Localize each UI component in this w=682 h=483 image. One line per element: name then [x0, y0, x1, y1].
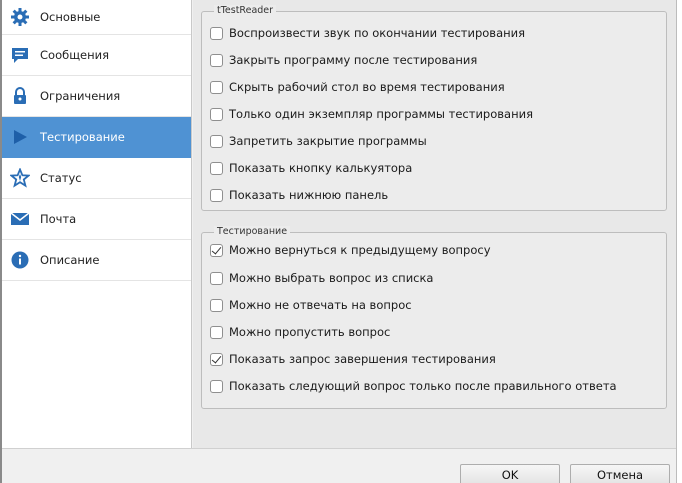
- gear-icon: [10, 7, 30, 27]
- checkbox-may-not-answer[interactable]: Можно не отвечать на вопрос: [210, 296, 412, 314]
- star-icon: [10, 168, 30, 188]
- checkbox-show-calculator[interactable]: Показать кнопку калькуятора: [210, 159, 412, 177]
- checkbox[interactable]: [210, 107, 223, 121]
- checkbox[interactable]: [210, 298, 223, 312]
- testing-options-group: Тестирование Можно вернуться к предыдуще…: [201, 226, 667, 409]
- sidebar-item-messages[interactable]: Сообщения: [2, 35, 191, 76]
- sidebar-item-label: Сообщения: [40, 48, 110, 62]
- checkbox[interactable]: [210, 352, 223, 366]
- checkbox-label: Скрыть рабочий стол во время тестировани…: [229, 80, 505, 94]
- group-legend: Тестирование: [214, 226, 291, 238]
- checkbox-show-bottom-panel[interactable]: Показать нижнюю панель: [210, 186, 388, 204]
- mail-icon: [10, 209, 30, 229]
- info-icon: [10, 250, 30, 270]
- group-legend: tTestReader: [214, 5, 277, 17]
- checkbox-go-back[interactable]: Можно вернуться к предыдущему вопросу: [210, 241, 491, 259]
- checkbox-label: Воспроизвести звук по окончании тестиров…: [229, 26, 526, 40]
- treader-options-group: tTestReader Воспроизвести звук по оконча…: [201, 5, 667, 211]
- settings-content: tTestReader Воспроизвести звук по оконча…: [193, 0, 676, 448]
- sidebar-item-basic[interactable]: Основные: [2, 0, 191, 35]
- checkbox-label: Показать следующий вопрос только после п…: [229, 379, 617, 393]
- checkbox-prevent-close[interactable]: Запретить закрытие программы: [210, 132, 427, 150]
- sidebar-item-mail[interactable]: Почта: [2, 199, 191, 240]
- checkbox-label: Можно вернуться к предыдущему вопросу: [229, 243, 491, 257]
- checkbox-confirm-finish[interactable]: Показать запрос завершения тестирования: [210, 350, 496, 368]
- checkbox-label: Можно пропустить вопрос: [229, 325, 391, 339]
- cancel-button[interactable]: Отмена: [570, 464, 670, 483]
- checkbox[interactable]: [210, 188, 223, 202]
- sidebar-item-label: Основные: [40, 10, 101, 24]
- lock-icon: [10, 86, 30, 106]
- sidebar-item-label: Статус: [40, 171, 82, 185]
- checkbox-label: Показать кнопку калькуятора: [229, 161, 413, 175]
- dialog-footer: OK Отмена: [2, 448, 676, 483]
- checkbox[interactable]: [210, 271, 223, 285]
- checkbox-label: Запретить закрытие программы: [229, 134, 427, 148]
- checkbox-hide-desktop[interactable]: Скрыть рабочий стол во время тестировани…: [210, 78, 505, 96]
- checkbox[interactable]: [210, 243, 223, 257]
- checkbox-single-instance[interactable]: Только один экземпляр программы тестиров…: [210, 105, 533, 123]
- checkbox[interactable]: [210, 80, 223, 94]
- sidebar-item-restrictions[interactable]: Ограничения: [2, 76, 191, 117]
- checkbox-skip-question[interactable]: Можно пропустить вопрос: [210, 323, 390, 341]
- checkbox[interactable]: [210, 53, 223, 67]
- checkbox[interactable]: [210, 161, 223, 175]
- checkbox-next-after-correct[interactable]: Показать следующий вопрос только после п…: [210, 377, 617, 395]
- sidebar-item-label: Почта: [40, 212, 77, 226]
- checkbox-label: Закрыть программу после тестирования: [229, 53, 478, 67]
- checkbox[interactable]: [210, 26, 223, 40]
- checkbox-label: Показать запрос завершения тестирования: [229, 352, 496, 366]
- checkbox-label: Можно выбрать вопрос из списка: [229, 271, 434, 285]
- sidebar-item-status[interactable]: Статус: [2, 158, 191, 199]
- checkbox-play-sound[interactable]: Воспроизвести звук по окончании тестиров…: [210, 24, 525, 42]
- sidebar-item-description[interactable]: Описание: [2, 240, 191, 281]
- checkbox[interactable]: [210, 379, 223, 393]
- message-icon: [10, 45, 30, 65]
- sidebar-item-label: Описание: [40, 253, 100, 267]
- settings-sidebar: Основные Сообщения Ограничения Тестирова…: [2, 0, 192, 448]
- checkbox-label: Можно не отвечать на вопрос: [229, 298, 412, 312]
- sidebar-item-testing[interactable]: Тестирование: [2, 117, 191, 158]
- sidebar-item-label: Тестирование: [40, 130, 125, 144]
- window-right-edge: [676, 0, 682, 483]
- checkbox-close-program[interactable]: Закрыть программу после тестирования: [210, 51, 477, 69]
- ok-button[interactable]: OK: [460, 464, 560, 483]
- play-icon: [10, 127, 30, 147]
- checkbox-label: Только один экземпляр программы тестиров…: [229, 107, 533, 121]
- checkbox-choose-from-list[interactable]: Можно выбрать вопрос из списка: [210, 269, 433, 287]
- checkbox-label: Показать нижнюю панель: [229, 188, 389, 202]
- sidebar-item-label: Ограничения: [40, 89, 121, 103]
- checkbox[interactable]: [210, 325, 223, 339]
- checkbox[interactable]: [210, 134, 223, 148]
